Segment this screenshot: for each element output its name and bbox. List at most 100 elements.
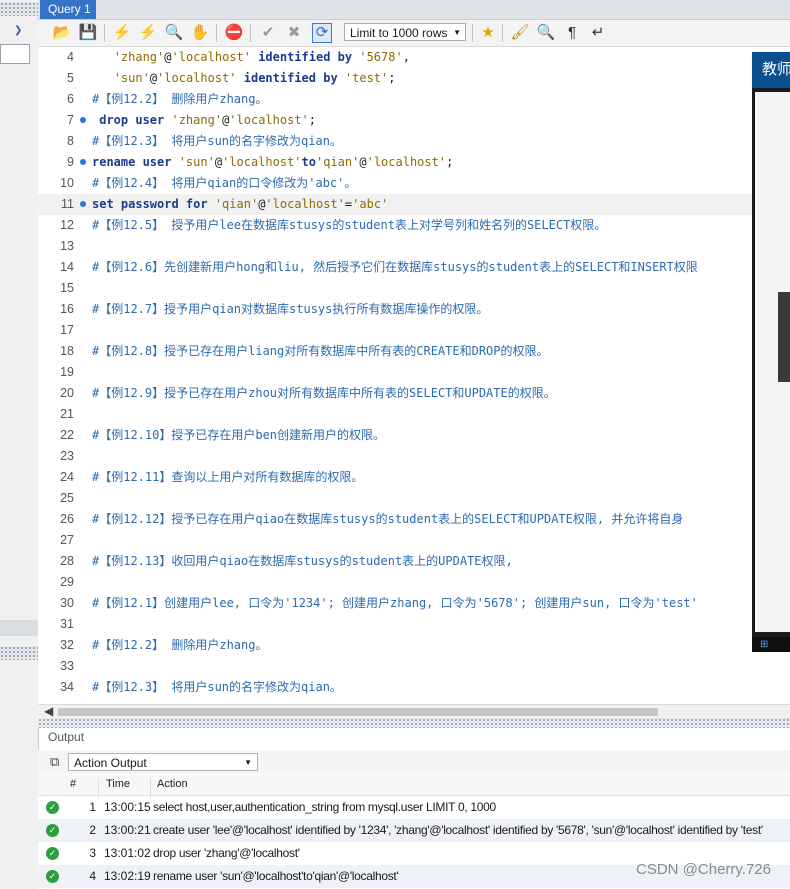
output-row[interactable]: ✓ 1 13:00:15 select host,user,authenticatio…	[38, 796, 790, 819]
code-text: drop user 'zhang'@'localhost';	[92, 110, 316, 131]
line-number: 29	[60, 575, 74, 589]
execute-current-lightning-icon[interactable]: ⚡	[138, 23, 158, 43]
save-icon[interactable]: 💾	[78, 23, 98, 43]
editor-line[interactable]: 9 rename user 'sun'@'localhost'to'qian'@'…	[38, 152, 752, 173]
editor-line[interactable]: 17	[38, 320, 752, 341]
line-number: 10	[60, 176, 74, 190]
code-text: rename user 'sun'@'localhost'to'qian'@'l…	[92, 152, 453, 173]
find-icon[interactable]: 🔍	[536, 23, 556, 43]
code-token: 'abc'	[352, 197, 389, 211]
open-folder-icon[interactable]: 📂	[52, 23, 72, 43]
limit-rows-value: Limit to 1000 rows	[350, 26, 448, 40]
editor-line[interactable]: 34 #【例12.3】 将用户sun的名字修改为qian。	[38, 677, 752, 698]
editor-line[interactable]: 22 #【例12.10】授予已存在用户ben创建新用户的权限。	[38, 425, 752, 446]
editor-line[interactable]: 6 #【例12.2】 删除用户zhang。	[38, 89, 752, 110]
line-number: 30	[60, 596, 74, 610]
code-token: 'sun'	[178, 155, 215, 169]
editor-line[interactable]: 7 drop user 'zhang'@'localhost';	[38, 110, 752, 131]
editor-line[interactable]: 8 #【例12.3】 将用户sun的名字修改为qian。	[38, 131, 752, 152]
tab-query-1[interactable]: Query 1	[40, 0, 96, 19]
sql-editor[interactable]: 4 'zhang'@'localhost' identified by '567…	[38, 47, 752, 704]
code-token: ;	[308, 113, 317, 127]
panel-grip[interactable]	[0, 2, 38, 16]
execute-all-lightning-icon[interactable]: ⚡	[112, 23, 132, 43]
code-text: #【例12.8】授予已存在用户liang对所有数据库中所有表的CREATE和DR…	[92, 341, 549, 362]
commit-icon[interactable]: ✔	[258, 23, 278, 43]
col-num[interactable]: #	[70, 778, 76, 790]
rollback-icon[interactable]: ✖	[284, 23, 304, 43]
limit-rows-select[interactable]: Limit to 1000 rows ▼	[344, 23, 466, 41]
editor-line[interactable]: 5 'sun'@'localhost' identified by 'test'…	[38, 68, 752, 89]
editor-line[interactable]: 30 #【例12.1】创建用户lee, 口令为'1234'; 创建用户zhang,…	[38, 593, 752, 614]
code-text: #【例12.2】 删除用户zhang。	[92, 89, 267, 110]
code-token: #【例12.11】查询以上用户对所有数据库的权限。	[92, 470, 364, 484]
editor-line[interactable]: 4 'zhang'@'localhost' identified by '567…	[38, 47, 752, 68]
col-time[interactable]: Time	[106, 778, 130, 790]
editor-line[interactable]: 25	[38, 488, 752, 509]
editor-line[interactable]: 19	[38, 362, 752, 383]
overlay-dark-region	[778, 292, 790, 382]
editor-line[interactable]: 11 set password for 'qian'@'localhost'='a…	[38, 194, 752, 215]
line-number: 28	[60, 554, 74, 568]
editor-line[interactable]: 24 #【例12.11】查询以上用户对所有数据库的权限。	[38, 467, 752, 488]
editor-line[interactable]: 14 #【例12.6】先创建新用户hong和liu, 然后授予它们在数据库stus…	[38, 257, 752, 278]
navigator-search-field[interactable]	[0, 44, 30, 64]
output-cell-num: 1	[89, 800, 96, 814]
editor-line[interactable]: 27	[38, 530, 752, 551]
editor-line[interactable]: 23	[38, 446, 752, 467]
scroll-thumb[interactable]	[58, 708, 658, 716]
editor-line[interactable]: 28 #【例12.13】收回用户qiao在数据库stusys的student表上的…	[38, 551, 752, 572]
editor-line[interactable]: 26 #【例12.12】授予已存在用户qiao在数据库stusys的student…	[38, 509, 752, 530]
editor-line[interactable]: 33	[38, 656, 752, 677]
editor-line[interactable]: 16 #【例12.7】授予用户qian对数据库stusys执行所有数据库操作的权限…	[38, 299, 752, 320]
stop-hand-icon[interactable]: ✋	[190, 23, 210, 43]
code-text: #【例12.6】先创建新用户hong和liu, 然后授予它们在数据库stusys…	[92, 257, 698, 278]
code-token: 'sun'	[113, 71, 150, 85]
embedded-screenshot: 教师 ⊞	[752, 52, 790, 652]
beautify-brush-icon[interactable]: 🖌	[510, 23, 530, 43]
editor-line[interactable]: 31	[38, 614, 752, 635]
scroll-left-arrow-icon[interactable]: ◀	[44, 704, 53, 718]
editor-line[interactable]: 10 #【例12.4】 将用户qian的口令修改为'abc'。	[38, 173, 752, 194]
copy-icon[interactable]: ⧉	[50, 754, 59, 770]
editor-line[interactable]: 20 #【例12.9】授予已存在用户zhou对所有数据库中所有表的SELECT和U…	[38, 383, 752, 404]
line-number: 18	[60, 344, 74, 358]
output-type-select[interactable]: Action Output ▼	[68, 753, 258, 771]
autocommit-toggle-icon[interactable]: ⟳	[312, 23, 332, 43]
code-token: '5678'	[359, 50, 403, 64]
editor-line[interactable]: 21	[38, 404, 752, 425]
code-token: 'qian'	[214, 197, 259, 211]
code-text: 'sun'@'localhost' identified by 'test';	[92, 68, 396, 89]
col-action[interactable]: Action	[157, 778, 188, 790]
explain-magnifier-icon[interactable]: 🔍	[164, 23, 184, 43]
success-check-icon: ✓	[46, 847, 59, 860]
invisible-chars-icon[interactable]: ¶	[562, 23, 582, 43]
panel-grip-lower[interactable]	[0, 646, 38, 660]
output-cell-num: 4	[89, 869, 96, 883]
line-number: 13	[60, 239, 74, 253]
code-text: #【例12.11】查询以上用户对所有数据库的权限。	[92, 467, 363, 488]
editor-horizontal-scrollbar[interactable]: ◀	[38, 704, 790, 719]
output-row[interactable]: ✓ 2 13:00:21 create user 'lee'@'localhost' …	[38, 819, 790, 842]
code-token: #【例12.12】授予已存在用户qiao在数据库stusys的student表上…	[92, 512, 684, 526]
code-token: #【例12.7】授予用户qian对数据库stusys执行所有数据库操作的权限。	[92, 302, 489, 316]
line-number: 33	[60, 659, 74, 673]
editor-line[interactable]: 29	[38, 572, 752, 593]
code-token: @	[149, 71, 158, 85]
code-token: 'localhost'	[265, 197, 345, 211]
editor-line[interactable]: 32 #【例12.2】 删除用户zhang。	[38, 635, 752, 656]
panel-splitter[interactable]	[38, 718, 790, 728]
word-wrap-icon[interactable]: ↵	[588, 23, 608, 43]
chevron-icon[interactable]: ❯	[14, 25, 22, 36]
code-token: identified by	[250, 50, 360, 64]
code-text: #【例12.3】 将用户sun的名字修改为qian。	[92, 131, 342, 152]
code-token: 'localhost'	[171, 50, 251, 64]
line-number: 24	[60, 470, 74, 484]
line-number: 31	[60, 617, 74, 631]
editor-line[interactable]: 13	[38, 236, 752, 257]
editor-line[interactable]: 18 #【例12.8】授予已存在用户liang对所有数据库中所有表的CREATE和…	[38, 341, 752, 362]
editor-line[interactable]: 15	[38, 278, 752, 299]
toggle-error-icon[interactable]: ⛔	[224, 23, 244, 43]
add-snippet-star-icon[interactable]: ★	[478, 23, 498, 43]
editor-line[interactable]: 12 #【例12.5】 授予用户lee在数据库stusys的student表上对学…	[38, 215, 752, 236]
